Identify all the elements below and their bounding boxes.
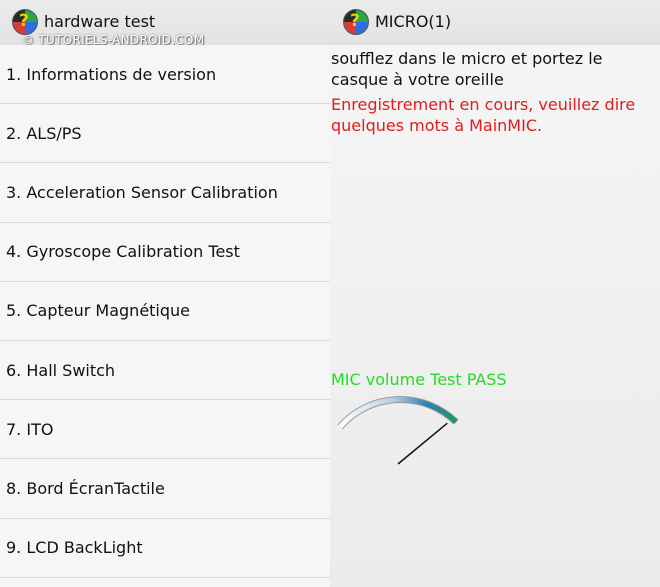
menu-item-als-ps[interactable]: 2. ALS/PS	[0, 104, 330, 164]
micro-titlebar: MICRO(1)	[330, 0, 660, 45]
menu-item-label: 8. Bord ÉcranTactile	[6, 478, 165, 498]
menu-item-label: 4. Gyroscope Calibration Test	[6, 242, 240, 262]
menu-item-acceleration-calibration[interactable]: 3. Acceleration Sensor Calibration	[0, 163, 330, 223]
menu-item-label: 6. Hall Switch	[6, 360, 116, 380]
mic-volume-gauge	[337, 396, 459, 465]
instruction-text: soufflez dans le micro et portez le casq…	[331, 49, 603, 89]
menu-item-label: 7. ITO	[6, 419, 54, 439]
hardware-test-titlebar: hardware test © TUTORIELS-ANDROID.COM	[0, 0, 330, 47]
recording-status-text: Enregistrement en cours, veuillez dire q…	[331, 95, 636, 135]
menu-item-label: 5. Capteur Magnétique	[6, 301, 191, 321]
menu-item-lcd-backlight[interactable]: 9. LCD BackLight	[0, 518, 330, 578]
gauge-arc	[338, 397, 458, 429]
menu-item-magnetic-sensor[interactable]: 5. Capteur Magnétique	[0, 281, 330, 341]
app-icon	[343, 9, 369, 35]
hardware-test-title: hardware test	[44, 12, 156, 31]
menu-item-label: 9. LCD BackLight	[6, 538, 143, 558]
menu-item-hall-switch[interactable]: 6. Hall Switch	[0, 340, 330, 401]
gauge-needle	[397, 422, 448, 465]
menu-item-label: 3. Acceleration Sensor Calibration	[6, 182, 278, 202]
app-icon	[12, 9, 38, 35]
menu-item-ito[interactable]: 7. ITO	[0, 400, 330, 460]
hardware-test-pane: hardware test © TUTORIELS-ANDROID.COM 1.…	[0, 0, 330, 587]
test-menu-list: 1. Informations de version 2. ALS/PS 3. …	[0, 45, 330, 578]
menu-item-touch-edge[interactable]: 8. Bord ÉcranTactile	[0, 459, 330, 519]
micro-test-pane: MICRO(1) soufflez dans le micro et porte…	[330, 0, 660, 587]
micro-title: MICRO(1)	[375, 12, 452, 31]
menu-item-gyroscope-calibration[interactable]: 4. Gyroscope Calibration Test	[0, 222, 330, 282]
menu-item-label: 2. ALS/PS	[6, 123, 82, 143]
menu-item-label: 1. Informations de version	[6, 64, 217, 84]
mic-result-text: MIC volume Test PASS	[331, 370, 507, 389]
menu-item-version-info[interactable]: 1. Informations de version	[0, 45, 330, 105]
